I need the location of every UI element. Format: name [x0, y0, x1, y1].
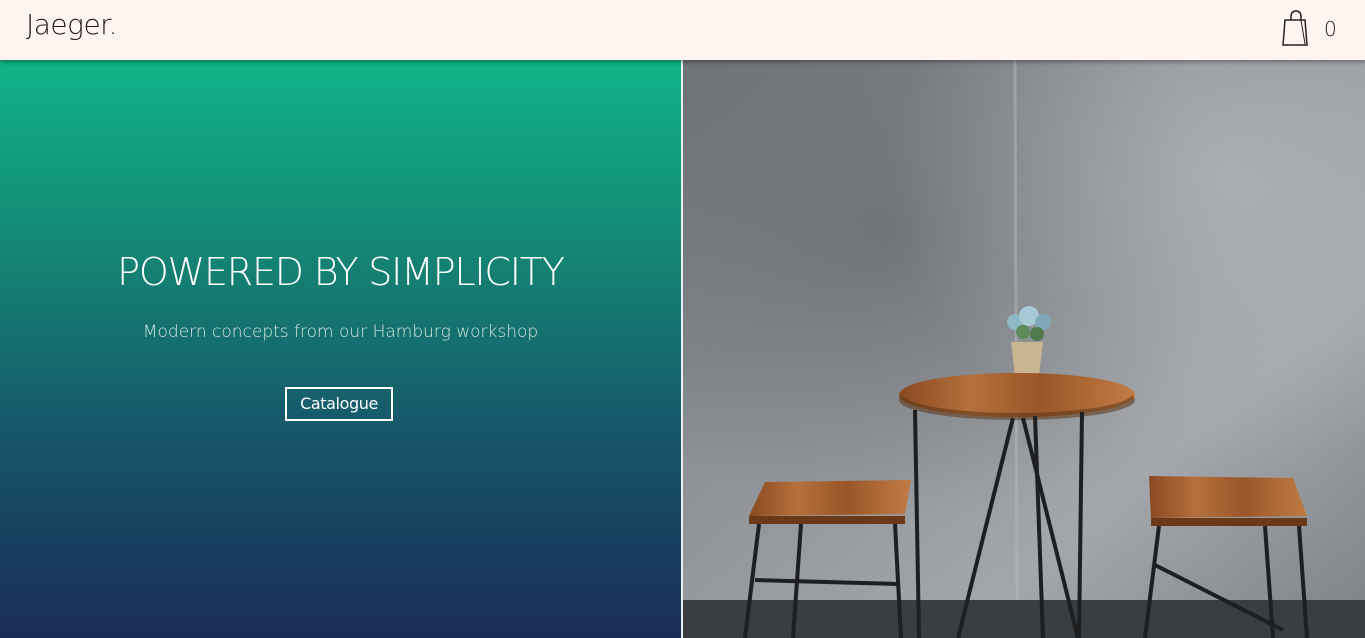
cart-button[interactable]: 0: [1282, 9, 1352, 49]
hero-subtitle: Modern concepts from our Hamburg worksho…: [142, 322, 539, 342]
catalogue-button[interactable]: Catalogue: [285, 387, 393, 421]
site-header: Jaeger. 0: [0, 0, 1365, 60]
shopping-bag-icon: [1282, 10, 1310, 48]
hero-photo: [683, 60, 1365, 638]
hero-panel: POWERED BY SIMPLICITY Modern concepts fr…: [0, 60, 681, 638]
cart-count: 0: [1324, 17, 1337, 41]
brand-logo[interactable]: Jaeger.: [26, 8, 118, 41]
table-and-stools-photo: [683, 60, 1365, 638]
hero-title: POWERED BY SIMPLICITY: [117, 250, 565, 294]
